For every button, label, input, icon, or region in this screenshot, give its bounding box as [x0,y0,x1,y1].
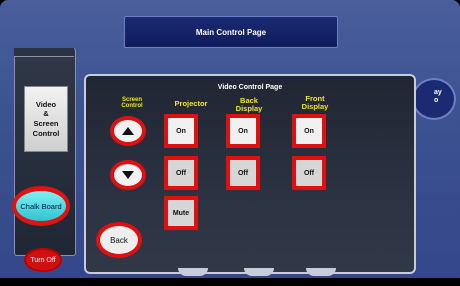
projector-off-button[interactable]: Off [164,156,198,190]
projector-header: Projector [174,99,208,108]
video-screen-control-button[interactable]: Video & Screen Control [24,86,68,152]
projector-on-label: On [176,127,186,135]
header-line: Display [235,103,263,113]
dialog-foot [306,268,336,276]
label-line: Control [32,128,60,138]
back-button[interactable]: Back [96,222,142,258]
front-display-header: Front Display [290,95,340,111]
side-panel-header [14,48,74,57]
screen-down-button[interactable] [110,160,146,190]
screen-control-header: Screen Control [112,97,152,110]
turn-off-button[interactable]: Turn Off [24,248,62,272]
screen-up-button[interactable] [110,116,146,146]
label-line: Screen [33,119,59,128]
page-title-text: Main Control Page [195,27,267,37]
display-button[interactable]: ay o [412,78,456,120]
chalk-board-button[interactable]: Chalk Board [12,186,70,226]
projector-on-button[interactable]: On [164,114,198,148]
page-title: Main Control Page [124,16,338,48]
chalk-board-label: Chalk Board [16,191,66,221]
back-display-off-label: Off [237,169,249,177]
screen-down-face [114,164,142,186]
video-screen-control-label: Video & Screen Control [33,100,60,139]
triangle-down-icon [122,171,134,179]
projector-off-label: Off [175,169,187,177]
back-display-header: Back Display [226,97,272,113]
display-button-label-1: ay [434,89,442,96]
front-display-off-button[interactable]: Off [292,156,326,190]
front-display-on-label: On [304,127,314,135]
projector-mute-label: Mute [172,209,190,217]
front-display-off-label: Off [303,169,315,177]
projector-mute-button[interactable]: Mute [164,196,198,230]
header-line: Control [121,103,143,110]
back-display-on-button[interactable]: On [226,114,260,148]
back-display-on-label: On [238,127,248,135]
front-display-on-button[interactable]: On [292,114,326,148]
triangle-up-icon [122,127,134,135]
turn-off-label: Turn Off [30,256,56,264]
dialog-title: Video Control Page [217,84,283,91]
label-line: Video [35,99,57,109]
back-display-off-button[interactable]: Off [226,156,260,190]
back-label: Back [100,226,138,254]
dialog-foot [244,268,274,276]
header-line: Display [301,101,329,111]
display-button-label-2: o [434,97,439,104]
dialog-foot [178,268,208,276]
screen-up-face [114,120,142,142]
label-line: & [43,109,49,119]
